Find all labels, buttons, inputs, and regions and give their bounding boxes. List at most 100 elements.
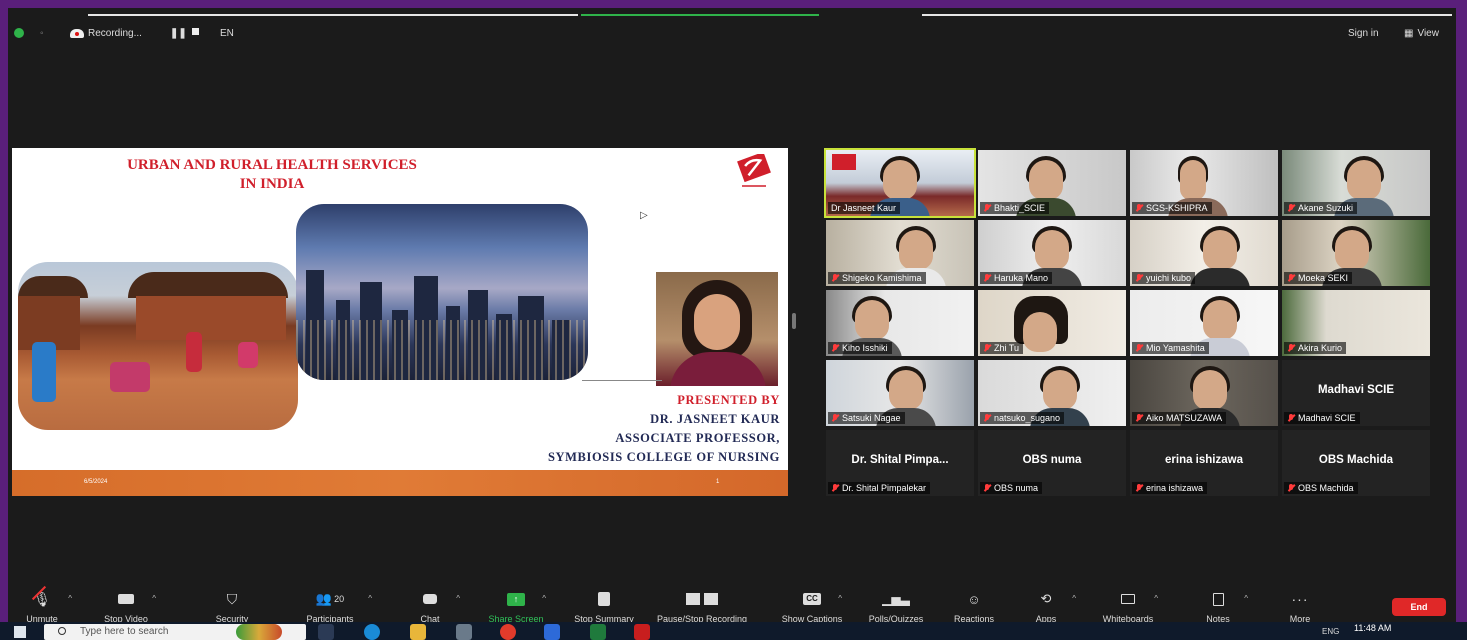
security-button[interactable]: ⛉ Security (192, 590, 272, 625)
participant-tile[interactable]: Madhavi SCIE Madhavi SCIE (1282, 360, 1430, 426)
recording-indicator[interactable]: Recording... (70, 28, 142, 39)
participant-tile[interactable]: Dr. Shital Pimpa... Dr. Shital Pimpaleka… (826, 430, 974, 496)
language-indicator[interactable]: EN (220, 28, 234, 39)
muted-mic-icon (983, 274, 991, 282)
chevron-up-icon[interactable]: ^ (152, 594, 156, 603)
store-icon[interactable] (456, 624, 472, 640)
chevron-up-icon[interactable]: ^ (68, 594, 72, 603)
unmute-button[interactable]: 🎙 ^ Unmute (8, 585, 82, 624)
participant-tile[interactable]: natsuko_sugano (978, 360, 1126, 426)
cloud-record-icon (70, 29, 84, 38)
participant-tile[interactable]: Akira Kurio (1282, 290, 1430, 356)
pause-stop-recording-button[interactable]: Pause/Stop Recording (654, 590, 750, 624)
participant-tile[interactable]: yuichi kubo (1130, 220, 1278, 286)
more-button[interactable]: ··· More (1260, 590, 1340, 624)
top-progress-bar (8, 8, 1456, 16)
chat-bubble-icon (423, 594, 437, 604)
pause-record-icon[interactable]: ❚❚ (170, 28, 187, 39)
participant-tile[interactable]: SGS-KSHIPRA (1130, 150, 1278, 216)
participant-name-label: Haruka Mano (980, 272, 1053, 284)
excel-icon[interactable] (590, 624, 606, 640)
more-dots-icon: ··· (1291, 591, 1309, 607)
muted-mic-icon (1287, 484, 1295, 492)
participant-tile[interactable]: Shigeko Kamishima (826, 220, 974, 286)
participant-tile[interactable]: Satsuki Nagae (826, 360, 974, 426)
participant-tile[interactable]: Aiko MATSUZAWA (1130, 360, 1278, 426)
sign-in-link[interactable]: Sign in (1348, 28, 1379, 39)
reactions-button[interactable]: ☺ Reactions (934, 590, 1014, 625)
task-view-icon[interactable] (318, 624, 334, 640)
participant-gallery: Dr Jasneet Kaur Bhakti_SCIE SGS-KSHIPRA … (824, 148, 1431, 496)
chevron-up-icon[interactable]: ^ (1154, 594, 1158, 603)
muted-mic-icon (1135, 484, 1143, 492)
split-view-handle[interactable] (792, 313, 796, 329)
cc-icon: CC (803, 593, 821, 605)
chat-button[interactable]: ^ Chat (390, 590, 470, 624)
end-meeting-button[interactable]: End (1392, 598, 1446, 616)
connection-icon[interactable]: ◦ (40, 28, 44, 39)
apps-button[interactable]: ⟲ ^ Apps (1006, 590, 1086, 624)
participant-tile[interactable]: Kiho Isshiki (826, 290, 974, 356)
participant-tile[interactable]: Haruka Mano (978, 220, 1126, 286)
bar-chart-icon: ▁▅▃ (882, 592, 910, 606)
show-captions-button[interactable]: CC ^ Show Captions (772, 590, 852, 624)
participant-tile[interactable]: Zhi Tu (978, 290, 1126, 356)
muted-mic-icon (1287, 344, 1295, 352)
notes-button[interactable]: ^ Notes (1178, 590, 1258, 624)
participant-tile[interactable]: Bhakti_SCIE (978, 150, 1126, 216)
participant-name-label: Dr Jasneet Kaur (828, 202, 901, 214)
participant-tile[interactable]: OBS numa OBS numa (978, 430, 1126, 496)
participant-name-label: Bhakti_SCIE (980, 202, 1050, 214)
input-language-indicator[interactable]: ENG (1322, 627, 1339, 636)
participant-name-label: SGS-KSHIPRA (1132, 202, 1212, 214)
encryption-shield-icon[interactable] (14, 28, 24, 38)
participants-button[interactable]: 👥 20 ^ Participants (290, 590, 372, 624)
acrobat-icon[interactable] (634, 624, 650, 640)
participant-name-label: Akira Kurio (1284, 342, 1347, 354)
presenter-credits: PRESENTED BY DR. JASNEET KAUR ASSOCIATE … (547, 393, 780, 464)
taskbar-clock[interactable]: 11:48 AM (1354, 623, 1391, 633)
participant-display-name: erina ishizawa (1165, 454, 1243, 466)
shield-icon: ⛉ (226, 590, 238, 607)
muted-mic-icon (1287, 274, 1295, 282)
muted-mic-icon (1135, 274, 1143, 282)
chevron-up-icon[interactable]: ^ (1244, 594, 1248, 603)
view-button[interactable]: ▦ View (1404, 28, 1439, 39)
grid-view-icon: ▦ (1404, 28, 1414, 39)
stop-summary-button[interactable]: Stop Summary (564, 590, 644, 624)
chrome-browser-icon[interactable] (500, 624, 516, 640)
edge-browser-icon[interactable] (364, 624, 380, 640)
chevron-up-icon[interactable]: ^ (456, 594, 460, 603)
participant-name-label: OBS Machida (1284, 482, 1358, 494)
participant-tile[interactable]: erina ishizawa erina ishizawa (1130, 430, 1278, 496)
participant-display-name: OBS numa (1022, 454, 1082, 466)
notes-icon (1212, 592, 1224, 606)
symbiosis-logo-icon (737, 154, 771, 187)
muted-mic-icon (1287, 204, 1295, 212)
windows-start-icon[interactable] (14, 626, 26, 638)
participant-name-label: natsuko_sugano (980, 412, 1065, 424)
muted-mic-icon (831, 344, 839, 352)
participant-tile[interactable]: Akane Suzuki (1282, 150, 1430, 216)
participant-display-name: OBS Machida (1318, 454, 1394, 466)
participant-tile[interactable]: Moeka SEKI (1282, 220, 1430, 286)
chevron-up-icon[interactable]: ^ (542, 594, 546, 603)
whiteboards-button[interactable]: ^ Whiteboards (1088, 590, 1168, 624)
stop-record-icon[interactable] (192, 28, 199, 35)
share-screen-button[interactable]: ↑ ^ Share Screen (476, 590, 556, 624)
weather-widget-icon[interactable] (236, 624, 282, 640)
zoom-app-icon[interactable] (544, 624, 560, 640)
polls-quizzes-button[interactable]: ▁▅▃ Polls/Quizzes (856, 590, 936, 624)
participant-name-label: Dr. Shital Pimpalekar (828, 482, 931, 494)
chevron-up-icon[interactable]: ^ (1072, 594, 1076, 603)
chevron-up-icon[interactable]: ^ (368, 594, 372, 603)
muted-mic-icon (1287, 414, 1295, 422)
search-icon (58, 627, 66, 635)
participant-tile[interactable]: Dr Jasneet Kaur (824, 148, 976, 218)
chevron-up-icon[interactable]: ^ (838, 594, 842, 603)
slide-date: 6/5/2024 (84, 479, 108, 485)
stop-video-button[interactable]: ^ Stop Video (86, 590, 166, 624)
participant-tile[interactable]: Mio Yamashita (1130, 290, 1278, 356)
participant-tile[interactable]: OBS Machida OBS Machida (1282, 430, 1430, 496)
file-explorer-icon[interactable] (410, 624, 426, 640)
